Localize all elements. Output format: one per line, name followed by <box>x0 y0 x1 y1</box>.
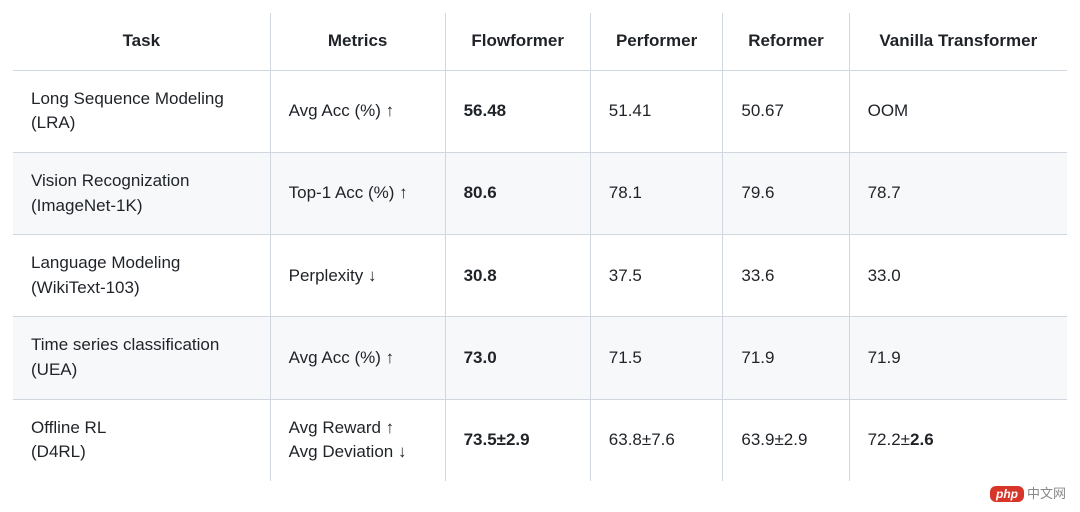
table-row: Long Sequence Modeling(LRA)Avg Acc (%) ↑… <box>13 70 1068 152</box>
cell-metric: Avg Acc (%) ↑ <box>270 317 445 399</box>
cell-vanilla: OOM <box>849 70 1067 152</box>
cell-task: Vision Recognization(ImageNet-1K) <box>13 152 271 234</box>
cell-performer: 37.5 <box>590 235 723 317</box>
watermark: php中文网 <box>990 483 1066 502</box>
watermark-text: 中文网 <box>1027 486 1066 501</box>
col-task: Task <box>13 13 271 71</box>
table-row: Vision Recognization(ImageNet-1K)Top-1 A… <box>13 152 1068 234</box>
col-flowformer: Flowformer <box>445 13 590 71</box>
cell-vanilla: 71.9 <box>849 317 1067 399</box>
cell-performer: 51.41 <box>590 70 723 152</box>
cell-task: Long Sequence Modeling(LRA) <box>13 70 271 152</box>
cell-reformer: 63.9±2.9 <box>723 399 849 481</box>
table-row: Language Modeling(WikiText-103)Perplexit… <box>13 235 1068 317</box>
col-performer: Performer <box>590 13 723 71</box>
cell-flowformer: 30.8 <box>445 235 590 317</box>
cell-reformer: 33.6 <box>723 235 849 317</box>
cell-flowformer: 73.5±2.9 <box>445 399 590 481</box>
cell-metric: Avg Reward ↑Avg Deviation ↓ <box>270 399 445 481</box>
cell-vanilla: 72.2±2.6 <box>849 399 1067 481</box>
cell-vanilla: 33.0 <box>849 235 1067 317</box>
col-reformer: Reformer <box>723 13 849 71</box>
cell-performer: 71.5 <box>590 317 723 399</box>
cell-task: Offline RL(D4RL) <box>13 399 271 481</box>
results-table: Task Metrics Flowformer Performer Reform… <box>12 12 1068 482</box>
table-body: Long Sequence Modeling(LRA)Avg Acc (%) ↑… <box>13 70 1068 481</box>
cell-performer: 63.8±7.6 <box>590 399 723 481</box>
watermark-pill: php <box>990 486 1024 502</box>
cell-task: Time series classification(UEA) <box>13 317 271 399</box>
cell-flowformer: 73.0 <box>445 317 590 399</box>
cell-metric: Top-1 Acc (%) ↑ <box>270 152 445 234</box>
table-row: Time series classification(UEA)Avg Acc (… <box>13 317 1068 399</box>
cell-reformer: 50.67 <box>723 70 849 152</box>
cell-reformer: 71.9 <box>723 317 849 399</box>
cell-flowformer: 56.48 <box>445 70 590 152</box>
cell-performer: 78.1 <box>590 152 723 234</box>
table-header-row: Task Metrics Flowformer Performer Reform… <box>13 13 1068 71</box>
table-row: Offline RL(D4RL)Avg Reward ↑Avg Deviatio… <box>13 399 1068 481</box>
cell-reformer: 79.6 <box>723 152 849 234</box>
cell-metric: Perplexity ↓ <box>270 235 445 317</box>
cell-vanilla: 78.7 <box>849 152 1067 234</box>
cell-flowformer: 80.6 <box>445 152 590 234</box>
cell-task: Language Modeling(WikiText-103) <box>13 235 271 317</box>
cell-metric: Avg Acc (%) ↑ <box>270 70 445 152</box>
col-vanilla: Vanilla Transformer <box>849 13 1067 71</box>
col-metrics: Metrics <box>270 13 445 71</box>
